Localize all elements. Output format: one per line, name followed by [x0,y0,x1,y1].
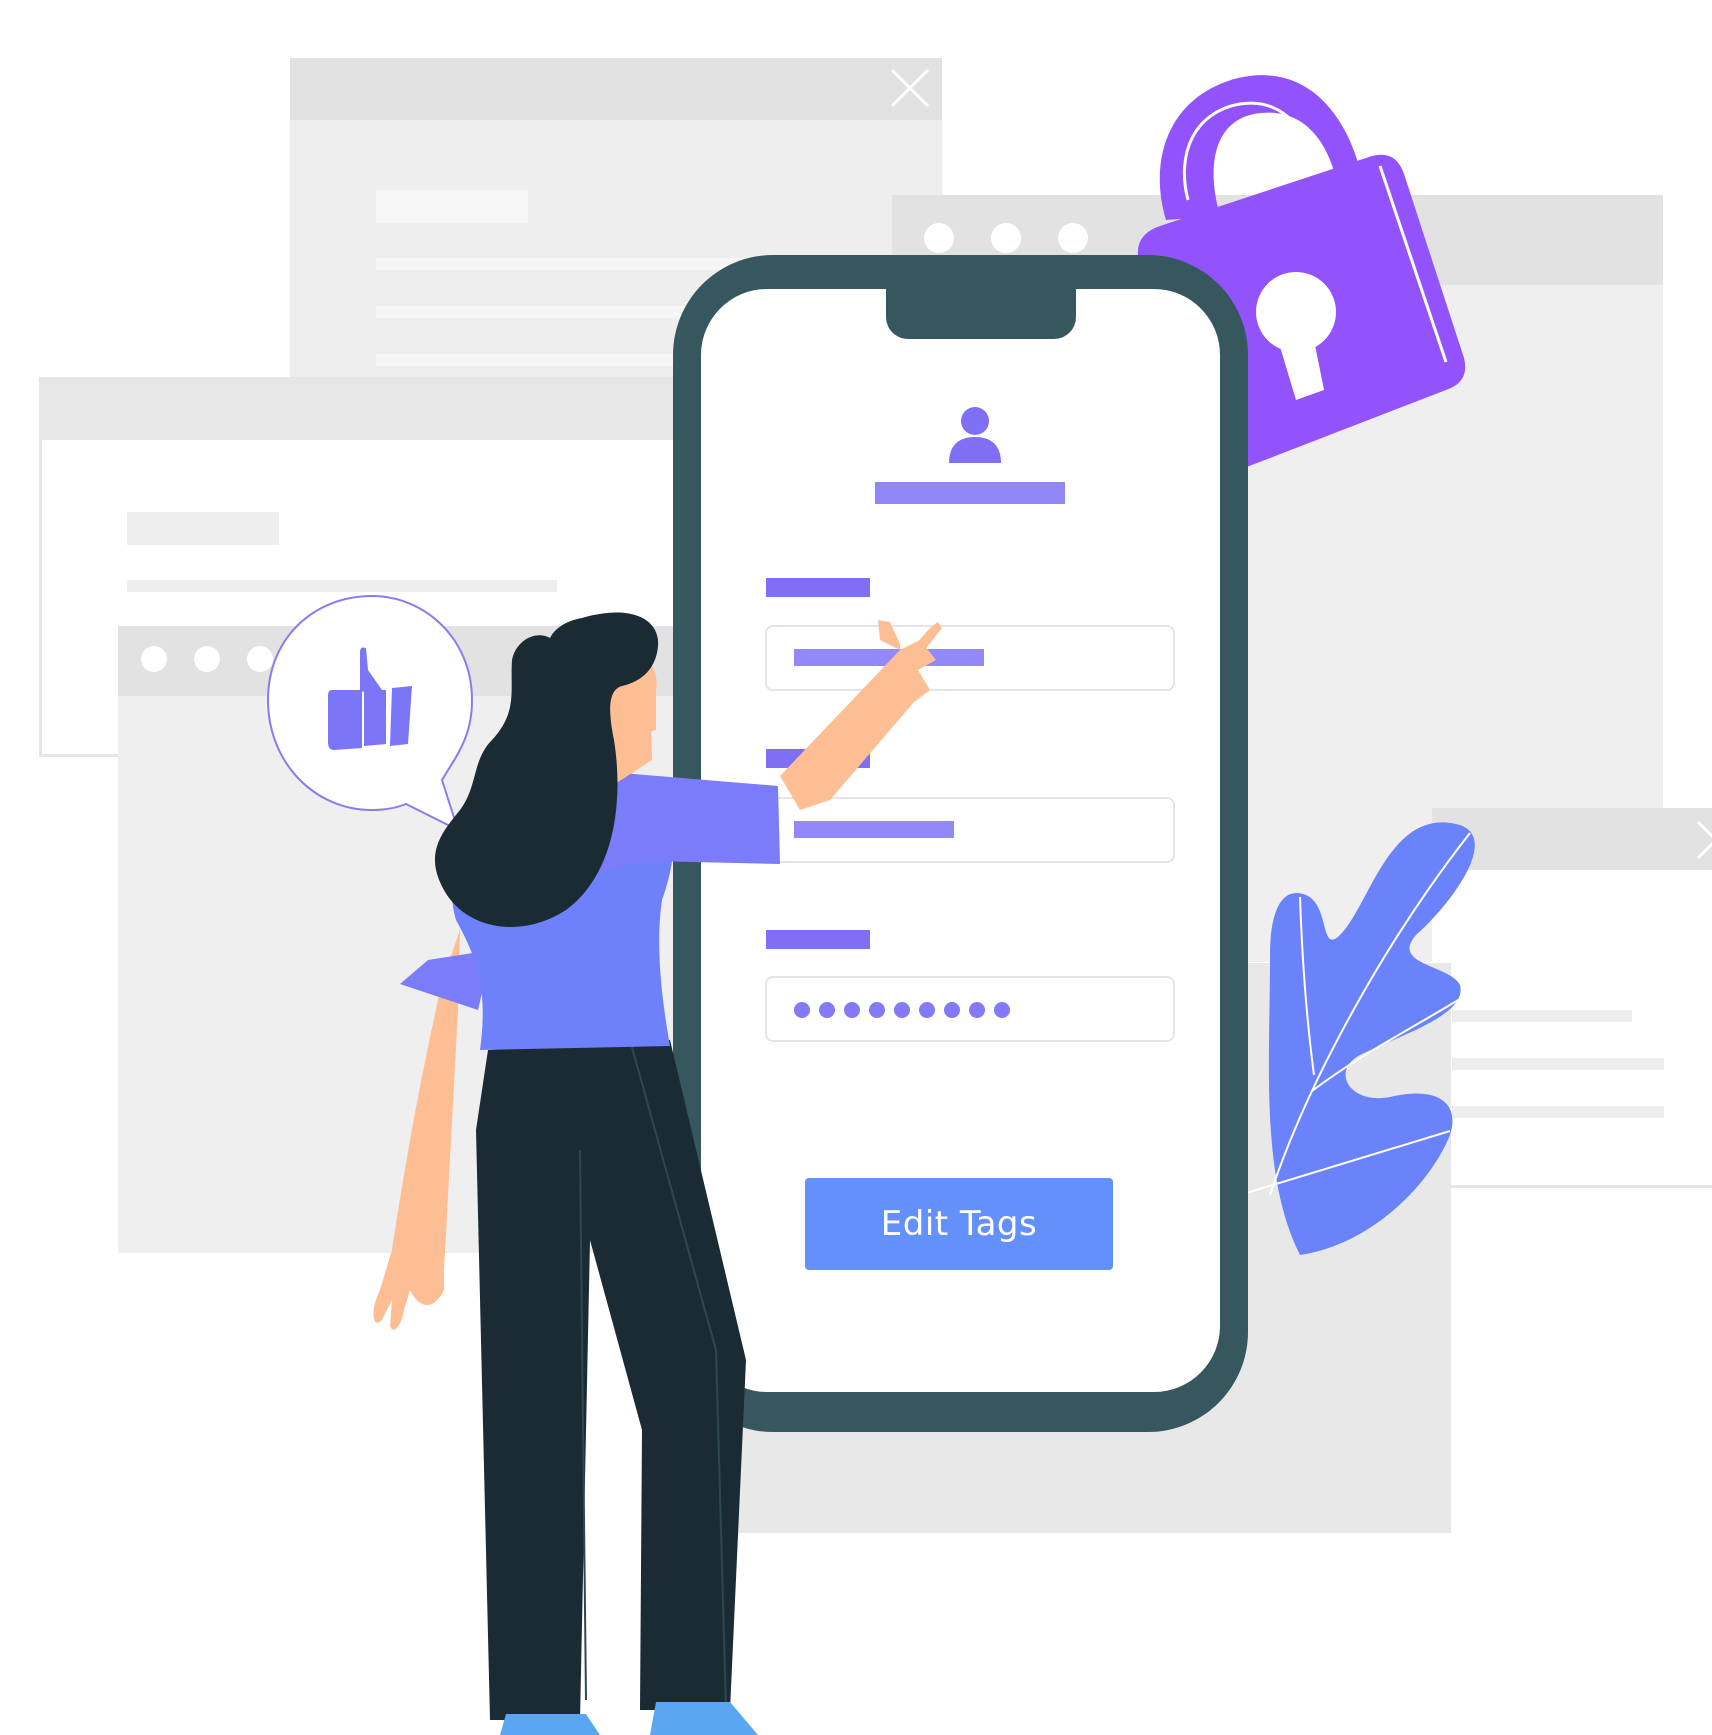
leaf-decoration [1240,822,1475,1255]
close-icon [890,68,930,108]
woman-illustration [373,612,942,1735]
window-titlebar [42,380,696,440]
placeholder-heading [376,190,528,223]
username-label [766,578,870,597]
window-dot [924,223,954,253]
window-dot [991,223,1021,253]
placeholder-line [127,580,557,592]
close-icon [1696,820,1712,860]
phone-notch [886,289,1076,339]
password-dot [969,1002,985,1018]
placeholder-line [376,258,756,270]
window-dot [194,646,220,672]
placeholder-heading [127,512,279,545]
window-dot [141,646,167,672]
window-titlebar [290,58,942,120]
password-dot [994,1002,1010,1018]
profile-name-bar [875,482,1065,504]
window-dot [1058,223,1088,253]
user-icon [949,407,1001,463]
